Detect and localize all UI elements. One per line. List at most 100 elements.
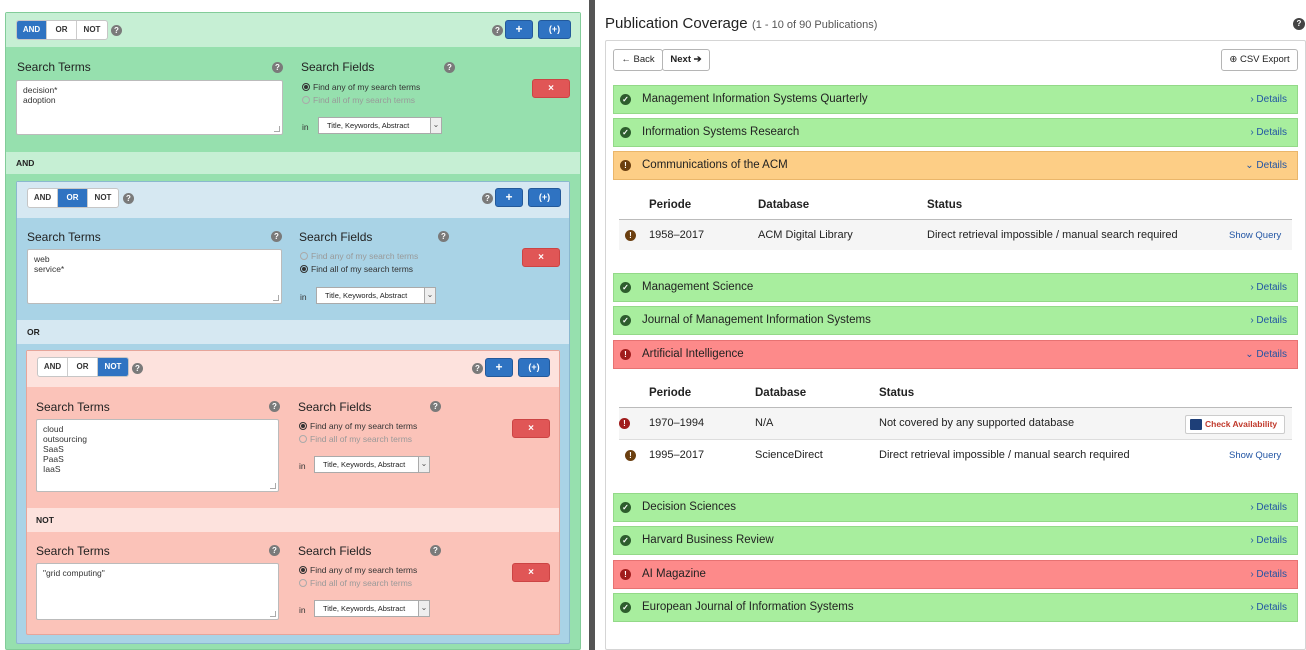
exclamation-circle-icon: ! [620,349,631,360]
publication-row[interactable]: ! Communications of the ACM ⌄ Details [613,151,1298,180]
help-icon[interactable]: ? [269,545,280,556]
publication-row[interactable]: ✓ Management Information Systems Quarter… [613,85,1298,114]
publication-row[interactable]: ✓ Harvard Business Review › Details [613,526,1298,555]
help-icon[interactable]: ? [272,62,283,73]
field-select-value: Title, Keywords, Abstract [325,291,408,300]
remove-rule-button[interactable]: × [512,419,550,438]
help-icon[interactable]: ? [430,545,441,556]
exclamation-circle-icon: ! [620,160,631,171]
search-terms-input[interactable]: decision* adoption [16,80,283,135]
details-link[interactable]: › Details [1250,315,1287,326]
group2-operator-toggle: AND OR NOT [37,357,129,377]
help-icon[interactable]: ? [444,62,455,73]
publication-row[interactable]: ! Artificial Intelligence ⌄ Details [613,340,1298,369]
details-link[interactable]: ⌄ Details [1245,349,1287,360]
help-icon[interactable]: ? [430,401,441,412]
check-circle-icon: ✓ [620,315,631,326]
details-link[interactable]: › Details [1250,94,1287,105]
operator-and[interactable]: AND [17,21,47,39]
details-link[interactable]: › Details [1250,602,1287,613]
in-label: in [299,461,306,471]
in-label: in [302,122,309,132]
operator-not[interactable]: NOT [88,189,118,207]
check-availability-button[interactable]: Check Availability [1185,415,1285,434]
publication-row[interactable]: ✓ Journal of Management Information Syst… [613,306,1298,335]
details-link[interactable]: › Details [1250,569,1287,580]
find-all-option[interactable]: Find all of my search terms [302,95,415,105]
help-icon[interactable]: ? [132,363,143,374]
operator-and[interactable]: AND [28,189,58,207]
operator-separator [17,320,569,344]
publication-name: Management Information Systems Quarterly [642,93,868,105]
publication-row[interactable]: ! AI Magazine › Details [613,560,1298,589]
publication-name: Communications of the ACM [642,159,788,171]
details-link[interactable]: › Details [1250,282,1287,293]
field-select[interactable]: Title, Keywords, Abstract ⌄ [318,117,442,134]
help-icon[interactable]: ? [271,231,282,242]
operator-and[interactable]: AND [38,358,68,376]
help-icon[interactable]: ? [472,363,483,374]
check-circle-icon: ✓ [620,94,631,105]
field-select[interactable]: Title, Keywords, Abstract ⌄ [314,456,430,473]
help-icon[interactable]: ? [482,193,493,204]
find-any-option[interactable]: Find any of my search terms [300,251,418,261]
publication-row[interactable]: ✓ Management Science › Details [613,273,1298,302]
operator-not[interactable]: NOT [98,358,128,376]
add-rule-button[interactable]: + [505,20,533,39]
details-link[interactable]: › Details [1250,502,1287,513]
field-select[interactable]: Title, Keywords, Abstract ⌄ [316,287,436,304]
help-icon[interactable]: ? [123,193,134,204]
add-group-button[interactable]: (+) [528,188,561,207]
check-circle-icon: ✓ [620,127,631,138]
details-link[interactable]: › Details [1250,127,1287,138]
help-icon[interactable]: ? [492,25,503,36]
add-group-button[interactable]: (+) [538,20,571,39]
col-database: Database [758,199,810,211]
help-icon[interactable]: ? [1293,18,1305,30]
add-rule-button[interactable]: + [485,358,513,377]
find-any-label: Find any of my search terms [311,251,419,261]
search-terms-label: Search Terms [17,60,91,74]
find-all-label: Find all of my search terms [310,578,413,588]
find-all-option[interactable]: Find all of my search terms [299,434,412,444]
radio-icon [300,252,308,260]
add-rule-button[interactable]: + [495,188,523,207]
remove-rule-button[interactable]: × [522,248,560,267]
add-group-button[interactable]: (+) [518,358,550,377]
col-status: Status [927,199,963,211]
csv-export-button[interactable]: ⊕ CSV Export [1221,49,1298,71]
next-button[interactable]: Next ➔ [662,49,710,71]
remove-rule-button[interactable]: × [512,563,550,582]
search-terms-input[interactable]: "grid computing" [36,563,279,620]
details-link[interactable]: ⌄ Details [1245,160,1287,171]
back-button[interactable]: ← Back [613,49,663,71]
find-all-option[interactable]: Find all of my search terms [300,264,413,274]
details-link[interactable]: › Details [1250,535,1287,546]
publication-name: European Journal of Information Systems [642,601,854,613]
help-icon[interactable]: ? [269,401,280,412]
remove-rule-button[interactable]: × [532,79,570,98]
field-select-value: Title, Keywords, Abstract [323,604,406,613]
publication-row[interactable]: ✓ European Journal of Information System… [613,593,1298,622]
find-any-option[interactable]: Find any of my search terms [302,82,420,92]
find-any-option[interactable]: Find any of my search terms [299,421,417,431]
help-icon[interactable]: ? [438,231,449,242]
search-terms-input[interactable]: cloud outsourcing SaaS PaaS IaaS [36,419,279,492]
radio-icon [299,579,307,587]
operator-or[interactable]: OR [58,189,88,207]
find-all-option[interactable]: Find all of my search terms [299,578,412,588]
find-any-option[interactable]: Find any of my search terms [299,565,417,575]
publication-row[interactable]: ✓ Information Systems Research › Details [613,118,1298,147]
show-query-link[interactable]: Show Query [1229,230,1281,241]
operator-not[interactable]: NOT [77,21,107,39]
help-icon[interactable]: ? [111,25,122,36]
search-terms-input[interactable]: web service* [27,249,282,304]
chevron-down-icon: ⌄ [418,456,430,473]
find-any-label: Find any of my search terms [310,421,418,431]
operator-or[interactable]: OR [68,358,98,376]
col-periode: Periode [649,199,692,211]
operator-or[interactable]: OR [47,21,77,39]
show-query-link[interactable]: Show Query [1229,450,1281,461]
field-select[interactable]: Title, Keywords, Abstract ⌄ [314,600,430,617]
publication-row[interactable]: ✓ Decision Sciences › Details [613,493,1298,522]
